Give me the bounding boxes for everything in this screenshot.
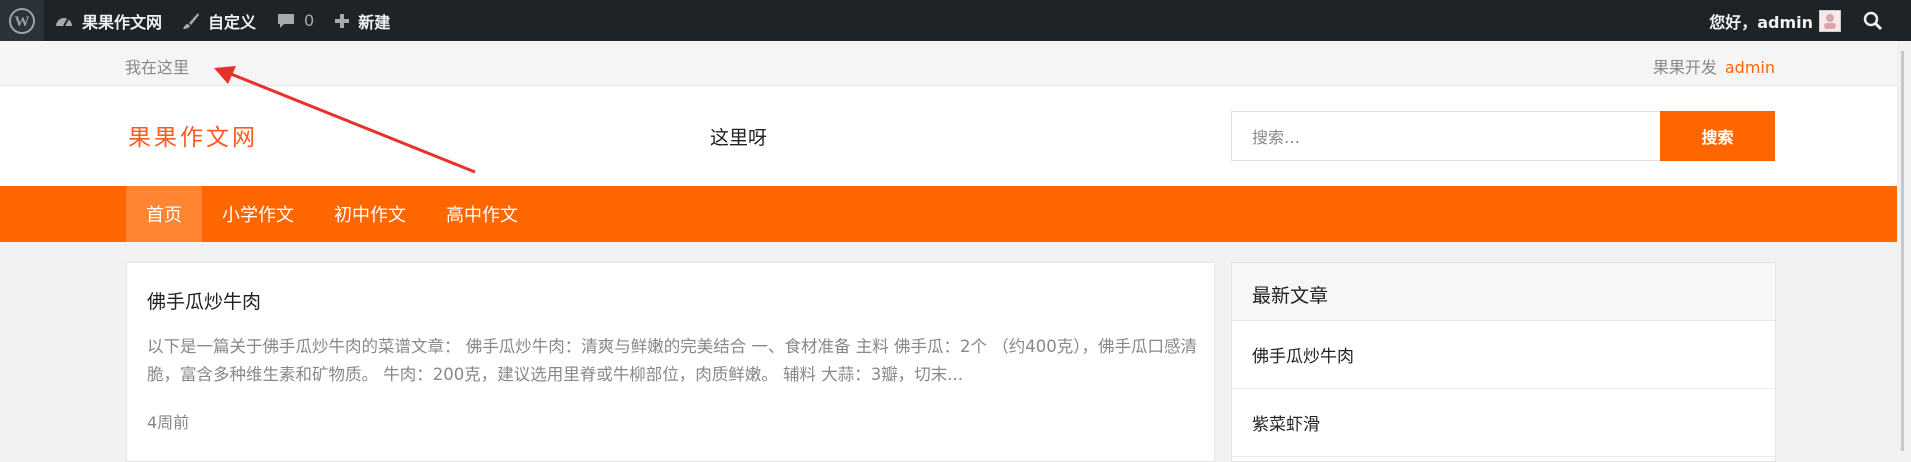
sidebar-item[interactable]: 紫菜虾滑 (1232, 389, 1775, 457)
sidebar-item[interactable]: 佛手瓜炒牛肉 (1232, 321, 1775, 389)
sidebar-heading: 最新文章 (1232, 263, 1775, 321)
dashboard-icon (54, 12, 74, 30)
admin-search-icon[interactable] (1851, 0, 1895, 41)
top-strip: 我在这里 果果开发 admin (0, 41, 1911, 86)
site-header: 果果作文网 这里呀 搜索… 搜索 (0, 86, 1911, 186)
customize-label: 自定义 (208, 12, 257, 32)
header-center-text: 这里呀 (710, 127, 768, 149)
main-nav: 首页 小学作文 初中作文 高中作文 (0, 186, 1911, 242)
admin-user-link[interactable]: admin (1725, 58, 1775, 77)
nav-item-middle[interactable]: 初中作文 (314, 186, 426, 242)
nav-item-high[interactable]: 高中作文 (426, 186, 538, 242)
new-content-menu[interactable]: 新建 (324, 0, 400, 41)
post-date: 4周前 (147, 413, 190, 432)
scrollbar[interactable] (1897, 41, 1911, 451)
my-account-menu[interactable]: 您好，admin (1699, 0, 1851, 41)
search-input[interactable]: 搜索… (1231, 111, 1661, 161)
site-logo[interactable]: 果果作文网 (128, 118, 258, 152)
avatar (1819, 9, 1841, 32)
search-button[interactable]: 搜索 (1660, 111, 1775, 161)
site-name-label: 果果作文网 (82, 12, 163, 32)
top-user-info: 果果开发 admin (1653, 54, 1775, 78)
customize-menu[interactable]: 自定义 (172, 0, 266, 41)
plus-icon (334, 13, 350, 29)
post-excerpt: 以下是一篇关于佛手瓜炒牛肉的菜谱文章： 佛手瓜炒牛肉：清爽与鲜嫩的完美结合 一、… (147, 337, 1197, 384)
greeting-label: 您好，admin (1709, 12, 1813, 32)
comment-icon (276, 12, 296, 30)
comments-menu[interactable]: 0 (266, 0, 324, 41)
comments-count: 0 (304, 11, 315, 30)
post-card: 佛手瓜炒牛肉 以下是一篇关于佛手瓜炒牛肉的菜谱文章： 佛手瓜炒牛肉：清爽与鲜嫩的… (126, 262, 1215, 462)
nav-item-home[interactable]: 首页 (126, 186, 202, 242)
site-label: 果果开发 (1652, 58, 1717, 77)
post-title[interactable]: 佛手瓜炒牛肉 (147, 287, 261, 314)
site-name-menu[interactable]: 果果作文网 (44, 0, 172, 41)
svg-text:W: W (15, 14, 30, 30)
new-content-label: 新建 (358, 12, 391, 32)
sidebar-widget: 最新文章 佛手瓜炒牛肉 紫菜虾滑 (1231, 262, 1776, 462)
brush-icon (182, 12, 200, 30)
wordpress-logo-icon[interactable]: W (0, 0, 44, 41)
nav-item-primary[interactable]: 小学作文 (202, 186, 314, 242)
location-text: 我在这里 (125, 58, 190, 77)
toolbar-edge (1895, 0, 1911, 41)
admin-bar: W 果果作文网 自定义 0 新建 您好，admin (0, 0, 1911, 41)
scrollbar-track[interactable] (1901, 51, 1904, 451)
